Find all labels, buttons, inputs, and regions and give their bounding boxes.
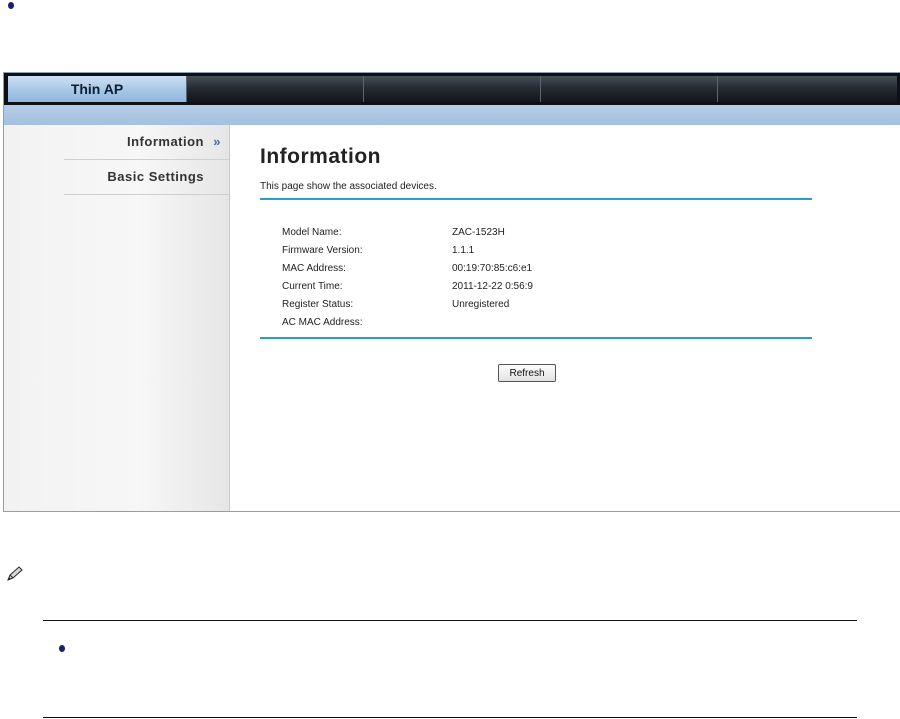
field-value: 2011-12-22 0:56:9 xyxy=(452,281,533,292)
tab-empty-4[interactable] xyxy=(717,76,897,102)
tab-empty-3[interactable] xyxy=(540,76,718,102)
page-title: Information xyxy=(260,145,381,168)
divider xyxy=(260,337,812,339)
refresh-button[interactable]: Refresh xyxy=(498,364,556,382)
field-label: Firmware Version: xyxy=(282,245,363,256)
double-chevron-right-icon: » xyxy=(213,134,221,149)
tab-thin-ap[interactable]: Thin AP xyxy=(8,76,186,102)
page-description: This page show the associated devices. xyxy=(260,181,437,192)
note-bottom-rule xyxy=(43,717,857,718)
divider xyxy=(260,198,812,200)
field-value: Unregistered xyxy=(452,299,510,310)
field-value: ZAC-1523H xyxy=(452,227,505,238)
note-top-rule xyxy=(43,620,857,621)
sidebar-item-label: Information xyxy=(127,134,204,149)
main-content: Information This page show the associate… xyxy=(230,125,900,511)
top-navigation-bar: Thin AP xyxy=(4,73,900,105)
pencil-note-icon xyxy=(7,566,23,581)
bullet-icon xyxy=(8,2,14,9)
sidebar-item-basic-settings[interactable]: Basic Settings xyxy=(64,160,229,195)
sidebar: Information » Basic Settings xyxy=(4,125,230,511)
sidebar-item-information[interactable]: Information » xyxy=(64,125,229,160)
tab-empty-2[interactable] xyxy=(363,76,541,102)
field-label: Model Name: xyxy=(282,227,342,238)
field-label: Current Time: xyxy=(282,281,343,292)
bullet-icon xyxy=(59,645,65,652)
sidebar-item-label: Basic Settings xyxy=(107,169,204,184)
field-label: MAC Address: xyxy=(282,263,346,274)
subheader-band xyxy=(4,105,900,125)
field-label: Register Status: xyxy=(282,299,354,310)
field-value: 00:19:70:85:c6:e1 xyxy=(452,263,533,274)
field-value: 1.1.1 xyxy=(452,245,475,256)
tab-empty-1[interactable] xyxy=(186,76,364,102)
field-label: AC MAC Address: xyxy=(282,317,363,328)
web-admin-panel: Thin AP Information » Basic Settings Inf… xyxy=(3,72,900,512)
